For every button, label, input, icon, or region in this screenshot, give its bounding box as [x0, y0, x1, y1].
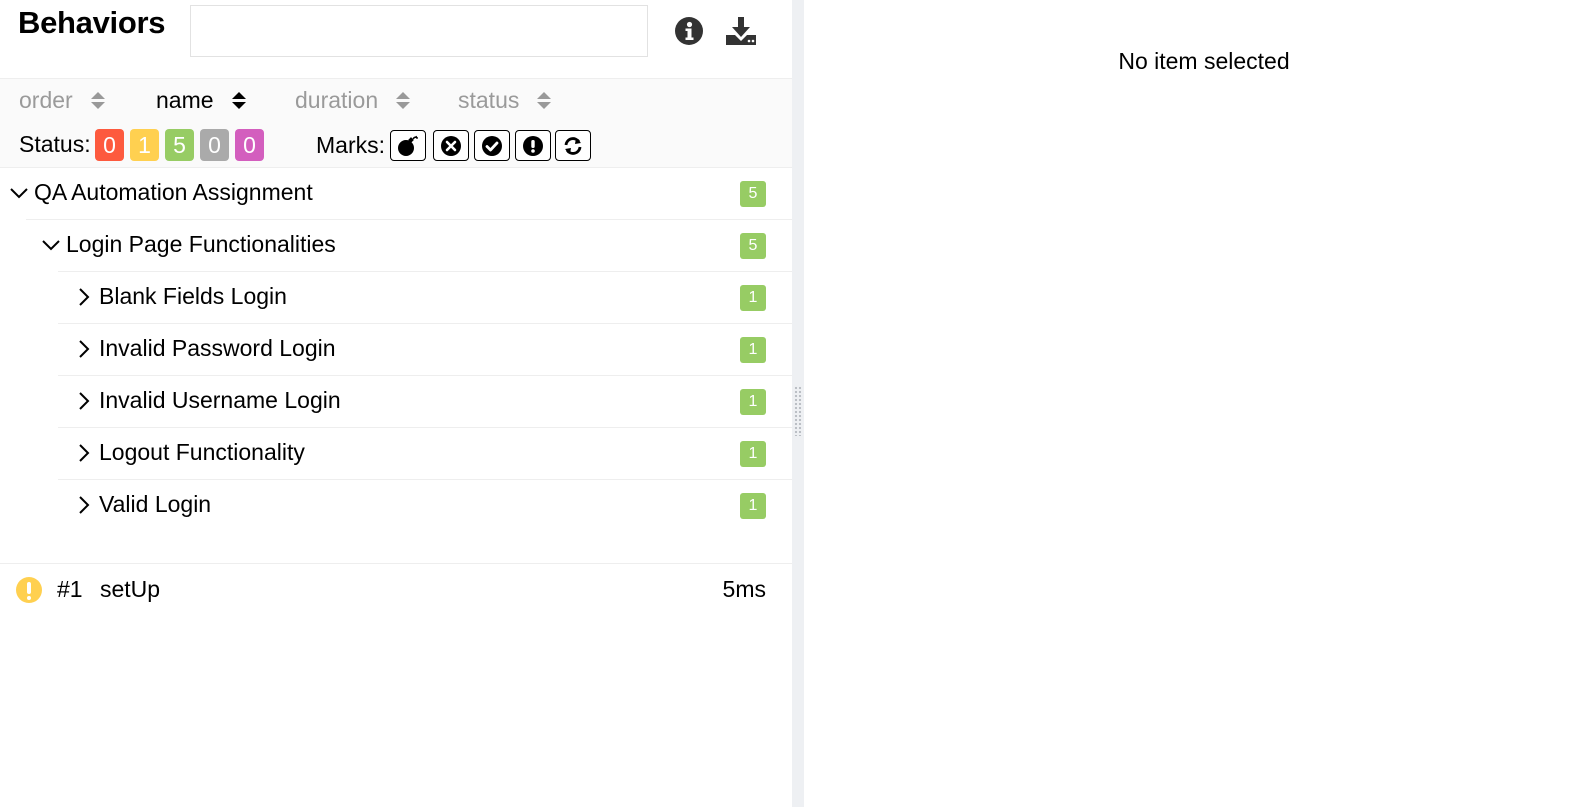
tree-node-label: Logout Functionality [99, 439, 305, 465]
chevron-down-icon [42, 240, 60, 251]
status-badge-passed[interactable]: 5 [165, 129, 194, 161]
passed-count-badge: 5 [740, 181, 766, 207]
sort-by-order[interactable]: order [19, 87, 105, 114]
chevron-right-icon [79, 444, 90, 462]
sorter-label: order [19, 87, 73, 113]
chevron-right-icon [79, 288, 90, 306]
broken-status-icon [16, 577, 42, 603]
detail-pane: No item selected [804, 0, 1583, 807]
download-icon[interactable] [724, 14, 758, 48]
tree-node-leaf[interactable]: Blank Fields Login 1 [58, 272, 792, 324]
sort-by-status[interactable]: status [458, 87, 552, 114]
sort-icon [90, 92, 105, 109]
tree-node-leaf[interactable]: Invalid Password Login 1 [58, 324, 792, 376]
tree-node-leaf[interactable]: Logout Functionality 1 [58, 428, 792, 480]
tree-node-label: Invalid Password Login [99, 335, 336, 361]
sort-filter-toolbar: order name duration status Status: 0 1 5… [0, 78, 792, 168]
passed-count-badge: 5 [740, 233, 766, 259]
step-duration: 5ms [722, 576, 766, 602]
sort-icon [396, 92, 411, 109]
sorter-label: name [156, 87, 214, 113]
sort-icon [537, 92, 552, 109]
search-input[interactable] [190, 5, 648, 57]
info-icon[interactable] [672, 14, 706, 48]
tree-node-leaf[interactable]: Invalid Username Login 1 [58, 376, 792, 428]
chevron-down-icon [10, 188, 28, 199]
step-row[interactable]: #1 setUp 5ms [0, 563, 792, 615]
flaky-bomb-icon[interactable] [390, 130, 426, 161]
passed-count-badge: 1 [740, 389, 766, 415]
sort-by-duration[interactable]: duration [295, 87, 411, 114]
new-failed-icon[interactable] [433, 130, 469, 161]
step-number: #1 [57, 576, 83, 602]
passed-count-badge: 1 [740, 493, 766, 519]
sorter-label: duration [295, 87, 379, 113]
chevron-right-icon [79, 496, 90, 514]
drag-handle-icon[interactable] [794, 386, 802, 436]
passed-count-badge: 1 [740, 285, 766, 311]
step-name: setUp [100, 576, 161, 602]
new-broken-icon[interactable] [515, 130, 551, 161]
passed-count-badge: 1 [740, 337, 766, 363]
new-passed-icon[interactable] [474, 130, 510, 161]
passed-count-badge: 1 [740, 441, 766, 467]
sort-icon [231, 92, 246, 109]
status-badge-failed[interactable]: 0 [95, 129, 124, 161]
tree-node-label: Blank Fields Login [99, 283, 287, 309]
empty-state-message: No item selected [1118, 48, 1290, 74]
status-badge-skipped[interactable]: 0 [200, 129, 229, 161]
tree-node-label: Invalid Username Login [99, 387, 341, 413]
status-badge-broken[interactable]: 1 [130, 129, 159, 161]
tree-node-label: Valid Login [99, 491, 212, 517]
status-filter-label: Status: [19, 131, 91, 157]
retries-icon[interactable] [555, 130, 591, 161]
status-badge-unknown[interactable]: 0 [235, 129, 264, 161]
chevron-right-icon [79, 340, 90, 358]
marks-label: Marks: [316, 132, 385, 158]
tree-node-label: QA Automation Assignment [34, 179, 313, 205]
tree-node-leaf[interactable]: Valid Login 1 [58, 480, 792, 532]
sorter-label: status [458, 87, 520, 113]
tree-node-root[interactable]: QA Automation Assignment 5 [10, 168, 792, 220]
pane-title: Behaviors [18, 5, 166, 40]
pane-splitter[interactable] [792, 0, 804, 807]
sort-by-name[interactable]: name [156, 87, 246, 114]
tree-node-group[interactable]: Login Page Functionalities 5 [42, 220, 792, 272]
chevron-right-icon [79, 392, 90, 410]
tree-node-label: Login Page Functionalities [66, 231, 336, 257]
behaviors-pane: Behaviors order name duration status Sta… [0, 0, 792, 807]
